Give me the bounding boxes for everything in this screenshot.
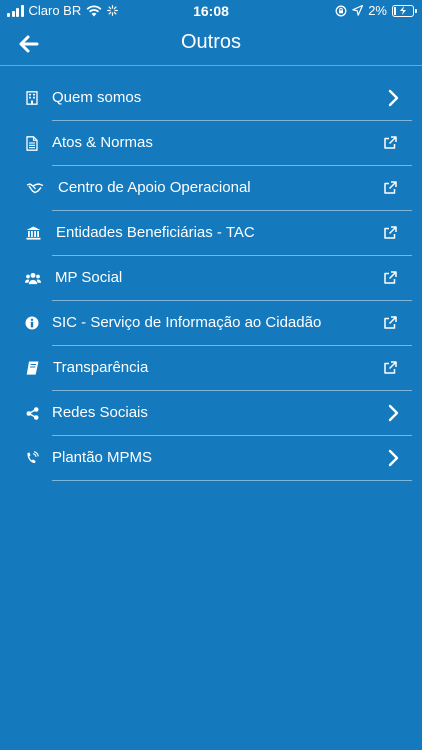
phone-volume-icon xyxy=(24,450,40,466)
menu-list: Quem somos Atos & Normas Centro de Apoio… xyxy=(0,76,422,481)
external-link-icon xyxy=(384,361,397,374)
share-icon xyxy=(24,405,40,421)
menu-item-quem-somos[interactable]: Quem somos xyxy=(0,76,422,121)
battery-icon xyxy=(392,4,417,17)
users-icon xyxy=(25,270,41,286)
battery-percent: 2% xyxy=(368,3,387,18)
menu-item-label: Entidades Beneficiárias - TAC xyxy=(56,224,255,241)
building-icon xyxy=(24,90,40,106)
external-link-icon xyxy=(384,226,397,239)
menu-item-redes-sociais[interactable]: Redes Sociais xyxy=(0,391,422,436)
menu-item-plantao-mpms[interactable]: Plantão MPMS xyxy=(0,436,422,481)
page-title: Outros xyxy=(180,31,242,53)
info-icon xyxy=(24,315,40,331)
divider xyxy=(52,480,412,481)
bank-icon xyxy=(25,225,41,241)
menu-item-label: Redes Sociais xyxy=(52,404,148,421)
rotation-lock-icon xyxy=(335,5,347,16)
menu-item-label: Plantão MPMS xyxy=(52,449,153,466)
handshake-icon xyxy=(26,180,44,196)
external-link-icon xyxy=(384,271,397,284)
external-link-icon xyxy=(384,181,397,194)
status-bar: Claro BR 16:08 2% xyxy=(0,0,422,22)
external-link-icon xyxy=(384,316,397,329)
menu-item-mp-social[interactable]: MP Social xyxy=(0,256,422,301)
menu-item-centro-apoio[interactable]: Centro de Apoio Operacional xyxy=(0,166,422,211)
menu-item-entidades-beneficiarias[interactable]: Entidades Beneficiárias - TAC xyxy=(0,211,422,256)
chevron-right-icon xyxy=(388,404,399,422)
document-icon xyxy=(24,135,40,151)
menu-item-atos-normas[interactable]: Atos & Normas xyxy=(0,121,422,166)
menu-item-sic[interactable]: SIC - Serviço de Informação ao Cidadão xyxy=(0,301,422,346)
book-icon xyxy=(24,360,40,376)
location-arrow-icon xyxy=(352,5,364,16)
menu-item-label: Centro de Apoio Operacional xyxy=(58,179,251,196)
chevron-right-icon xyxy=(388,89,399,107)
menu-item-label: Quem somos xyxy=(52,89,142,106)
menu-item-transparencia[interactable]: Transparência xyxy=(0,346,422,391)
menu-item-label: Transparência xyxy=(53,359,149,376)
menu-item-label: MP Social xyxy=(55,269,123,286)
external-link-icon xyxy=(384,136,397,149)
status-right: 2% xyxy=(335,3,417,18)
menu-item-label: Atos & Normas xyxy=(52,134,153,151)
navigation-header: Outros xyxy=(0,22,422,66)
menu-item-label: SIC - Serviço de Informação ao Cidadão xyxy=(52,314,322,331)
chevron-right-icon xyxy=(388,449,399,467)
